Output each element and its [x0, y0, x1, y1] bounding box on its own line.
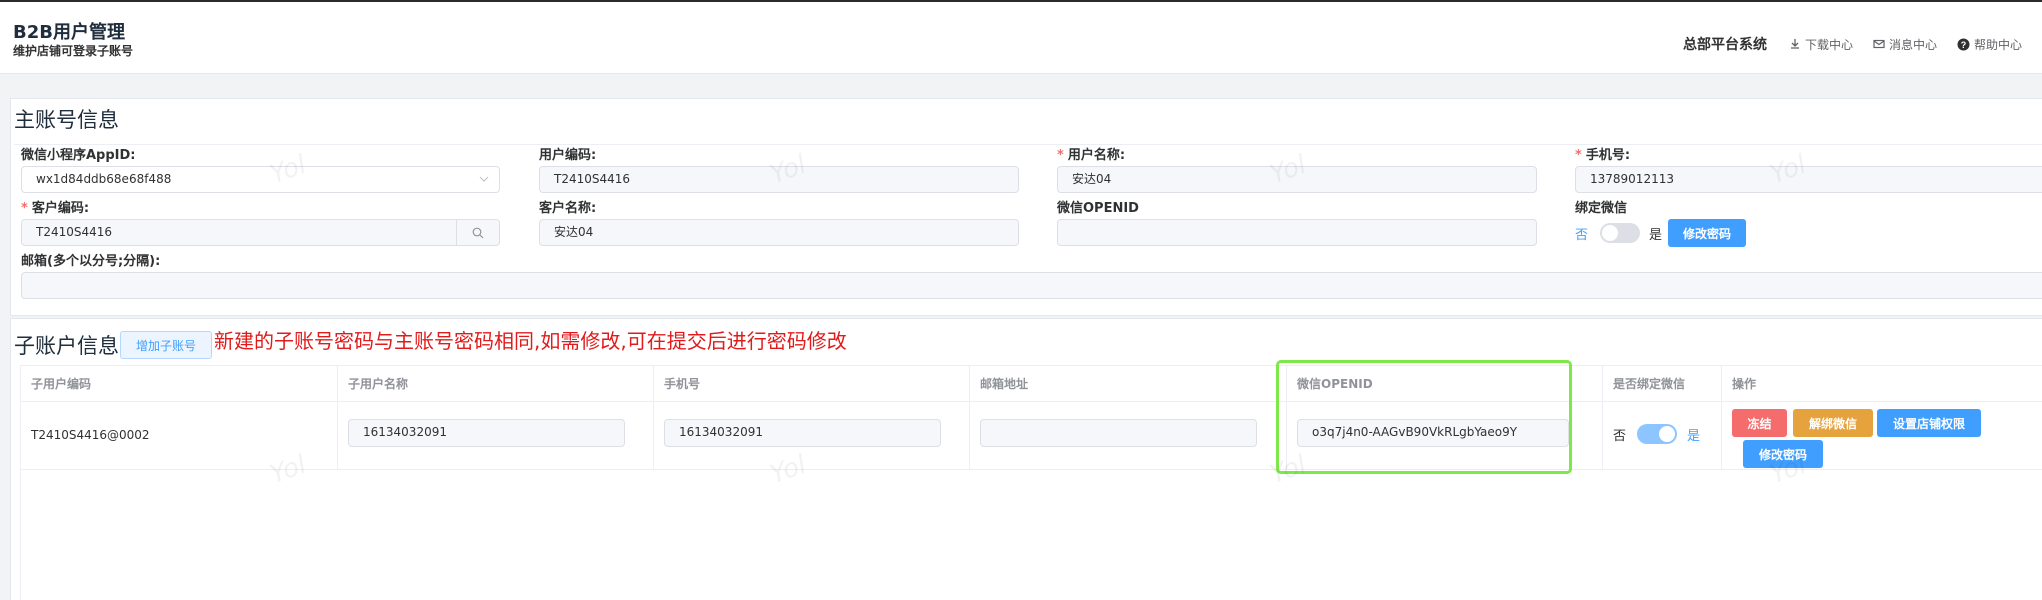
- customer-code-field[interactable]: T2410S4416: [21, 219, 500, 246]
- customer-name-label: 客户名称:: [539, 197, 596, 216]
- download-icon: [1790, 39, 1799, 49]
- cell-actions: 冻结 解绑微信 设置店铺权限 修改密码: [1722, 402, 2042, 470]
- header-toolbar: 总部平台系统 下载中心 消息中心 ? 帮助中心: [1683, 34, 2042, 54]
- chevron-down-icon: [479, 176, 489, 182]
- customer-search-button[interactable]: [456, 220, 499, 245]
- sub-change-password-button[interactable]: 修改密码: [1743, 440, 1823, 468]
- sub-name-input[interactable]: 16134032091: [348, 419, 625, 447]
- sub-phone-input[interactable]: 16134032091: [664, 419, 941, 447]
- sub-account-title: 子账户信息: [14, 334, 119, 358]
- page-title: B2B用户管理: [13, 22, 125, 43]
- required-mark: *: [21, 201, 28, 216]
- cell-sub-code: T2410S4416@0002: [21, 402, 338, 470]
- appid-value: wx1d84ddb68e68f488: [36, 172, 172, 186]
- sub-bind-no-label: 否: [1613, 429, 1627, 444]
- user-name-label: * 用户名称:: [1057, 144, 1125, 163]
- appid-label-text: 微信小程序AppID:: [21, 148, 136, 163]
- help-center-label: 帮助中心: [1973, 37, 2022, 52]
- column-header-sub-code: 子用户编码: [21, 366, 338, 402]
- bind-wechat-yes-label: 是: [1649, 228, 1663, 243]
- sub-account-table: 子用户编码 子用户名称 手机号 邮箱地址 微信OPENID 是否绑定微信 操作 …: [20, 365, 2042, 600]
- email-field[interactable]: [21, 272, 2042, 299]
- customer-name-label-text: 客户名称:: [539, 201, 597, 216]
- toggle-knob: [1602, 225, 1618, 241]
- bind-wechat-toggle[interactable]: [1600, 223, 1640, 243]
- sub-email-input[interactable]: [980, 419, 1257, 447]
- mail-icon: [1873, 39, 1885, 49]
- help-center-link[interactable]: ? 帮助中心: [1957, 36, 2022, 53]
- column-header-sub-name: 子用户名称: [338, 366, 654, 402]
- phone-value: 13789012113: [1590, 172, 1674, 186]
- openid-highlight-box: [1276, 360, 1572, 474]
- page-header: B2B用户管理 维护店铺可登录子账号 总部平台系统 下载中心 消息中心 ? 帮助…: [0, 0, 2042, 74]
- user-name-value: 安达04: [1072, 172, 1112, 186]
- column-header-email: 邮箱地址: [970, 366, 1287, 402]
- openid-label-text: 微信OPENID: [1057, 201, 1139, 216]
- download-center-label: 下载中心: [1804, 37, 1853, 52]
- message-center-link[interactable]: 消息中心: [1873, 36, 1937, 53]
- user-name-field[interactable]: 安达04: [1057, 166, 1537, 193]
- sub-bind-yes-label: 是: [1687, 429, 1701, 444]
- user-code-value: T2410S4416: [554, 172, 631, 186]
- user-code-label-text: 用户编码:: [539, 148, 597, 163]
- sub-name-value: 16134032091: [363, 425, 447, 439]
- table-row: T2410S4416@0002 16134032091 16134032091 …: [21, 402, 2042, 470]
- customer-code-value: T2410S4416: [36, 225, 113, 239]
- toggle-knob: [1659, 426, 1675, 442]
- password-note: 新建的子账号密码与主账号密码相同,如需修改,可在提交后进行密码修改: [214, 329, 847, 353]
- column-header-actions: 操作: [1732, 377, 1757, 391]
- sub-code-value: T2410S4416@0002: [31, 428, 150, 442]
- column-header-bind-wechat: 是否绑定微信: [1603, 366, 1722, 402]
- openid-label: 微信OPENID: [1057, 197, 1139, 216]
- appid-select[interactable]: wx1d84ddb68e68f488: [21, 166, 500, 193]
- search-icon: [472, 227, 484, 238]
- openid-field[interactable]: [1057, 219, 1537, 246]
- email-label-text: 邮箱(多个以分号;分隔):: [21, 254, 161, 269]
- email-label: 邮箱(多个以分号;分隔):: [21, 250, 160, 269]
- appid-label: 微信小程序AppID:: [21, 144, 136, 163]
- message-center-label: 消息中心: [1888, 37, 1937, 52]
- required-mark: *: [1575, 148, 1582, 163]
- bind-wechat-no-label: 否: [1575, 228, 1589, 243]
- cell-phone: 16134032091: [654, 402, 970, 470]
- cell-email: [970, 402, 1287, 470]
- required-mark: *: [1057, 148, 1064, 163]
- cell-sub-name: 16134032091: [338, 402, 654, 470]
- unbind-wechat-button[interactable]: 解绑微信: [1793, 409, 1873, 437]
- main-change-password-button[interactable]: 修改密码: [1668, 219, 1746, 247]
- sub-phone-value: 16134032091: [679, 425, 763, 439]
- main-account-divider: [14, 144, 2042, 145]
- phone-label: * 手机号:: [1575, 144, 1630, 163]
- user-code-field[interactable]: T2410S4416: [539, 166, 1019, 193]
- user-code-label: 用户编码:: [539, 144, 596, 163]
- freeze-button[interactable]: 冻结: [1732, 409, 1787, 437]
- customer-code-label: * 客户编码:: [21, 197, 89, 216]
- bind-wechat-label-text: 绑定微信: [1575, 201, 1628, 216]
- svg-text:?: ?: [1961, 40, 1967, 50]
- bind-wechat-label: 绑定微信: [1575, 197, 1627, 216]
- shop-permission-button[interactable]: 设置店铺权限: [1877, 409, 1981, 437]
- phone-label-text: 手机号:: [1585, 148, 1631, 163]
- column-header-phone: 手机号: [654, 366, 970, 402]
- page-subtitle: 维护店铺可登录子账号: [13, 44, 134, 58]
- cell-bind-wechat: 否 是: [1603, 402, 1722, 470]
- phone-field[interactable]: 13789012113: [1575, 166, 2042, 193]
- sub-bind-wechat-toggle[interactable]: [1637, 424, 1677, 444]
- customer-name-field[interactable]: 安达04: [539, 219, 1019, 246]
- user-name-label-text: 用户名称:: [1067, 148, 1126, 163]
- download-center-link[interactable]: 下载中心: [1789, 36, 1853, 53]
- table-header: 子用户编码 子用户名称 手机号 邮箱地址 微信OPENID 是否绑定微信 操作: [21, 366, 2042, 402]
- customer-name-value: 安达04: [554, 225, 594, 239]
- customer-code-label-text: 客户编码:: [31, 201, 90, 216]
- help-icon: ?: [1957, 38, 1970, 50]
- add-sub-account-button[interactable]: 增加子账号: [120, 331, 212, 359]
- system-name[interactable]: 总部平台系统: [1683, 34, 1767, 54]
- main-account-title: 主账号信息: [14, 108, 119, 132]
